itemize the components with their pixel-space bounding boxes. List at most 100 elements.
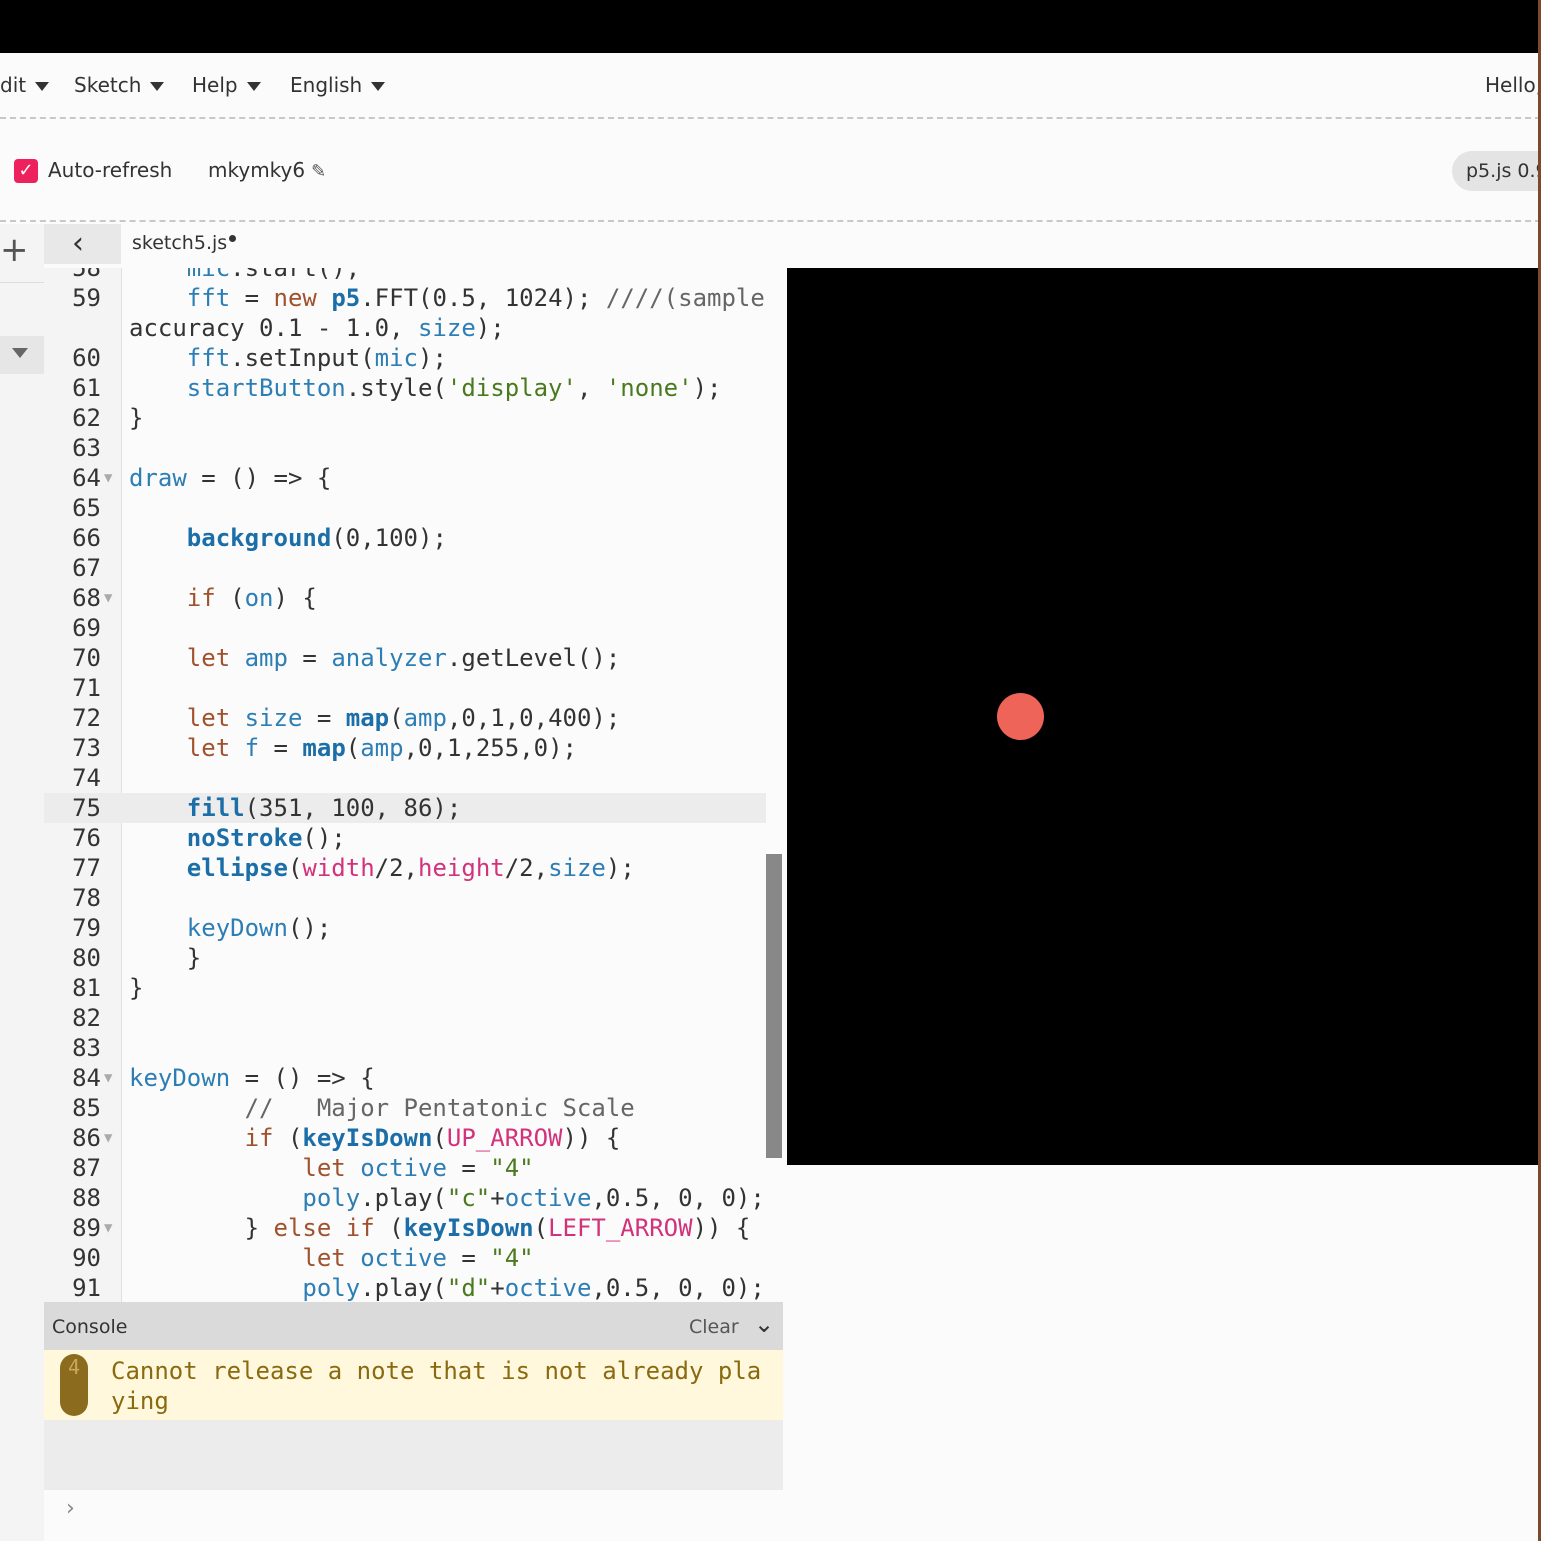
message-count-badge: 4 [60,1354,88,1416]
add-file-icon[interactable]: + [0,233,29,267]
menu-sketch[interactable]: Sketch [74,73,165,97]
toolbar: ✓ Auto-refresh mkymky6 ✎ p5.js 0.9 [0,121,1541,222]
code-line[interactable]: 73 let f = map(amp,0,1,255,0); [44,733,766,763]
prompt-chevron-icon: › [66,1496,75,1521]
line-number: 59 [72,284,101,312]
code-line[interactable]: 84 ▼ keyDown = () => { [44,1063,766,1093]
sketch-ellipse [997,693,1044,740]
fold-triangle-icon[interactable]: ▼ [104,1123,112,1153]
fold-triangle-icon[interactable]: ▼ [104,1213,112,1243]
code-line[interactable]: 88 poly.play("c"+octive,0.5, 0, 0); [44,1183,766,1213]
sketch-name[interactable]: mkymky6 ✎ [208,158,326,182]
code-line[interactable]: 71 [44,673,766,703]
unsaved-dot-icon [229,235,237,242]
code-line[interactable]: 85 // Major Pentatonic Scale [44,1093,766,1123]
code-text: // Major Pentatonic Scale [244,1094,635,1122]
menu-edit[interactable]: dit [0,73,50,97]
code-line[interactable]: 79 keyDown(); [44,913,766,943]
code-line[interactable]: 75 fill(351, 100, 86); [44,793,766,823]
chevron-down-icon [35,82,50,91]
code-line[interactable]: accuracy 0.1 - 1.0, size); [44,313,766,343]
menu-help[interactable]: Help [192,73,261,97]
code-line[interactable]: 65 [44,493,766,523]
editor-scrollbar[interactable] [766,854,782,1158]
line-number: 60 [72,344,101,372]
fold-triangle-icon[interactable]: ▼ [104,583,112,613]
code-line[interactable]: 87 let octive = "4" [44,1153,766,1183]
code-line[interactable]: 78 [44,883,766,913]
code-line[interactable]: 77 ellipse(width/2,height/2,size); [44,853,766,883]
auto-refresh-checkbox[interactable]: ✓ [14,159,38,183]
file-tab[interactable]: sketch5.js [132,232,237,254]
code-text: fill(351, 100, 86); [186,794,462,822]
code-text: let f = map(amp,0,1,255,0); [186,734,577,762]
sketch-preview-canvas[interactable] [787,268,1538,1165]
console-clear-button[interactable]: Clear [689,1316,739,1338]
auto-refresh-label: Auto-refresh [48,158,173,182]
chevron-left-icon: ‹ [72,226,84,261]
code-text: noStroke(); [186,824,346,852]
code-text: if (keyIsDown(UP_ARROW)) { [244,1124,621,1152]
code-text: fft.setInput(mic); [186,344,447,372]
code-line[interactable]: 83 [44,1033,766,1063]
fold-triangle-icon[interactable]: ▼ [104,1063,112,1093]
code-text: } [129,944,202,972]
code-line[interactable]: 60 fft.setInput(mic); [44,343,766,373]
line-number: 68 [72,584,101,612]
code-line[interactable]: 61 startButton.style('display', 'none'); [44,373,766,403]
fold-triangle-icon[interactable]: ▼ [104,463,112,493]
code-text: poly.play("d"+octive,0.5, 0, 0); [302,1274,765,1302]
code-line[interactable]: 70 let amp = analyzer.getLevel(); [44,643,766,673]
code-line[interactable]: 90 let octive = "4" [44,1243,766,1273]
menu-language[interactable]: English [290,73,386,97]
sidebar-folder-toggle[interactable] [0,336,44,374]
code-text: poly.play("c"+octive,0.5, 0, 0); [302,1184,765,1212]
code-line[interactable]: 91 poly.play("d"+octive,0.5, 0, 0); [44,1273,766,1302]
code-line[interactable]: 76 noStroke(); [44,823,766,853]
collapse-sidebar-button[interactable]: ‹ [44,224,121,264]
console-message: 4 Cannot release a note that is not alre… [44,1350,783,1420]
code-text: let amp = analyzer.getLevel(); [186,644,621,672]
code-line[interactable]: 81} [44,973,766,1003]
console-title: Console [52,1316,128,1338]
line-number: 87 [72,1154,101,1182]
code-line[interactable]: 64 ▼ draw = () => { [44,463,766,493]
code-line[interactable]: 69 [44,613,766,643]
line-number: 73 [72,734,101,762]
menu-help-label: Help [192,73,238,97]
title-bar [0,0,1541,53]
user-greeting[interactable]: Hello, [1485,73,1541,97]
code-text: } [129,404,144,432]
chevron-down-icon [246,82,261,91]
code-line[interactable]: 74 [44,763,766,793]
code-line[interactable]: 82 [44,1003,766,1033]
line-number: 84 [72,1064,101,1092]
console-input[interactable]: › [44,1490,783,1541]
code-line[interactable]: 89 ▼ } else if (keyIsDown(LEFT_ARROW)) { [44,1213,766,1243]
file-sidebar [0,224,44,1541]
triangle-down-icon [12,348,28,358]
code-line[interactable]: 68 ▼ if (on) { [44,583,766,613]
pencil-icon[interactable]: ✎ [311,161,326,182]
code-line[interactable]: 63 [44,433,766,463]
line-number: 63 [72,434,101,462]
version-badge[interactable]: p5.js 0.9 [1452,151,1541,191]
code-line[interactable]: 58 mic.start(); [44,268,766,283]
code-line[interactable]: 66 background(0,100); [44,523,766,553]
code-line[interactable]: 72 let size = map(amp,0,1,0,400); [44,703,766,733]
code-line[interactable]: 67 [44,553,766,583]
line-number: 83 [72,1034,101,1062]
line-number: 89 [72,1214,101,1242]
code-line[interactable]: 86 ▼ if (keyIsDown(UP_ARROW)) { [44,1123,766,1153]
line-number: 61 [72,374,101,402]
line-number: 64 [72,464,101,492]
line-number: 78 [72,884,101,912]
code-text: keyDown = () => { [129,1064,375,1092]
code-line[interactable]: 62} [44,403,766,433]
code-line[interactable]: 59 fft = new p5.FFT(0.5, 1024); ////(sam… [44,283,766,313]
file-tab-label: sketch5.js [132,232,228,254]
chevron-down-icon[interactable]: ⌄ [754,1310,774,1338]
code-line[interactable]: 80 } [44,943,766,973]
code-text: mic.start(); [186,268,361,282]
code-editor[interactable]: 58 mic.start(); 59 fft = new p5.FFT(0.5, … [44,268,783,1302]
